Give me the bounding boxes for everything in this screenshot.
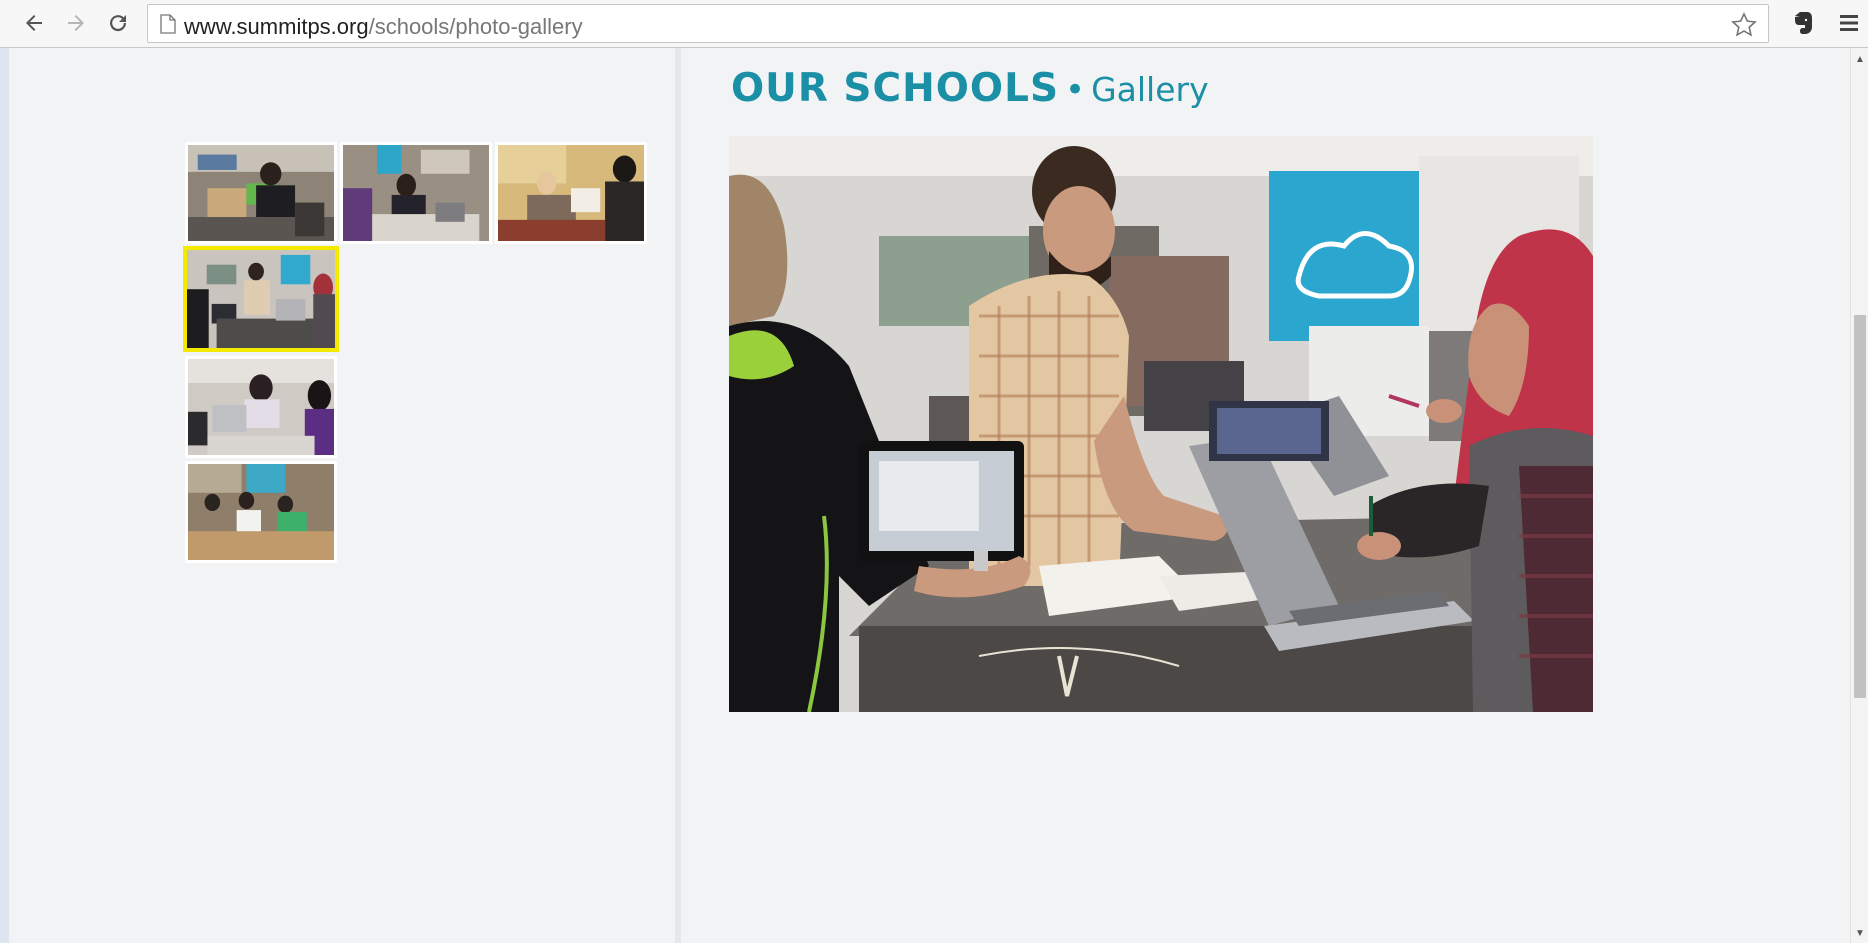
gallery-thumbnail-6[interactable] xyxy=(185,461,337,563)
address-bar[interactable]: www.summitps.org/schools/photo-gallery xyxy=(147,4,1769,43)
heading-sub: Gallery xyxy=(1091,70,1209,109)
heading-main: OUR SCHOOLS xyxy=(731,66,1060,111)
scrollbar-thumb[interactable] xyxy=(1854,315,1866,698)
url-path: /schools/photo-gallery xyxy=(368,14,583,39)
gallery-thumbnail-1[interactable] xyxy=(185,142,337,244)
reload-icon[interactable] xyxy=(103,8,133,38)
heading-separator: • xyxy=(1065,70,1086,110)
back-arrow-icon[interactable] xyxy=(19,8,49,38)
scroll-down-arrow-icon[interactable]: ▼ xyxy=(1855,928,1865,939)
url-text: www.summitps.org/schools/photo-gallery xyxy=(184,14,583,40)
gallery-thumbnail-4-selected[interactable] xyxy=(183,246,339,352)
evernote-icon[interactable] xyxy=(1791,10,1815,36)
gallery-thumbnail-2[interactable] xyxy=(340,142,492,244)
browser-toolbar: www.summitps.org/schools/photo-gallery xyxy=(0,0,1868,48)
page-icon xyxy=(160,14,176,34)
column-divider xyxy=(675,48,681,943)
menu-icon[interactable] xyxy=(1838,12,1860,34)
gallery-thumbnail-3[interactable] xyxy=(495,142,647,244)
forward-arrow-icon[interactable] xyxy=(61,8,91,38)
page-heading: OUR SCHOOLS • Gallery xyxy=(731,66,1209,111)
left-edge-strip xyxy=(0,48,9,943)
scroll-up-arrow-icon[interactable]: ▲ xyxy=(1855,54,1865,65)
star-icon[interactable] xyxy=(1730,11,1758,39)
gallery-main-photo xyxy=(729,136,1593,712)
gallery-thumbnail-5[interactable] xyxy=(185,356,337,458)
url-domain: www.summitps.org xyxy=(184,14,369,39)
page-scrollbar[interactable]: ▲ ▼ xyxy=(1850,48,1868,943)
